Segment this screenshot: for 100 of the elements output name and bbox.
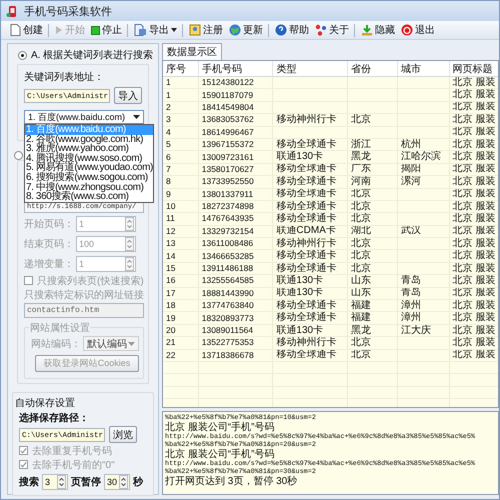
window-title: 手机号码采集软件 xyxy=(24,4,112,18)
phone-icon xyxy=(6,4,19,18)
table-cell: 13611008486 xyxy=(202,238,254,248)
toolbar-button[interactable]: 停止 xyxy=(88,24,128,36)
table-cell: 15 xyxy=(166,263,176,274)
column-header[interactable]: 类型 xyxy=(272,61,348,76)
table-cell: 漳州 xyxy=(400,300,421,311)
play-icon xyxy=(55,25,63,35)
table-cell: 移动全球通卡 xyxy=(276,200,336,212)
table-cell: 11 xyxy=(166,213,175,224)
table-cell: 北京 xyxy=(351,188,372,200)
dropdown-option[interactable]: 6. 搜狗搜索(www.sogou.com) xyxy=(25,172,153,183)
table-cell: 广东 xyxy=(351,163,372,174)
table-cell: 联通130卡 xyxy=(276,151,324,162)
table-cell: 18320893773 xyxy=(202,312,254,323)
table-cell: 北京 xyxy=(351,336,372,348)
column-header[interactable]: 省份 xyxy=(348,61,398,76)
table-cell: 移动全球通卡 xyxy=(276,312,336,324)
column-header[interactable]: 序号 xyxy=(163,61,198,76)
table-cell: 移动神州行卡 xyxy=(276,336,336,348)
caret-icon xyxy=(133,115,140,119)
table-cell: 武汉 xyxy=(400,225,421,236)
table-cell: 8 xyxy=(166,176,171,186)
table-cell: 19 xyxy=(166,312,176,323)
table-cell: 山东 xyxy=(351,274,372,286)
table-cell: 移动全球通卡 xyxy=(276,300,336,311)
table-cell: 北京 服装 xyxy=(452,163,496,174)
table-cell: 移动全球通卡 xyxy=(276,250,336,262)
table-cell: 北京 服装 xyxy=(452,89,496,100)
table-cell: 6 xyxy=(166,152,171,162)
toolbar-button[interactable]: 导出 xyxy=(131,24,183,36)
table-cell: 漳州 xyxy=(400,312,421,324)
table-cell: 河南 xyxy=(351,176,372,187)
table-cell: 移动全球通卡 xyxy=(276,349,336,360)
table-cell: 北京 服装 xyxy=(452,349,496,360)
dropdown-option[interactable]: 8. 360搜索(www.so.com) xyxy=(25,192,153,202)
table-cell: 4 xyxy=(166,126,171,137)
molecule-icon xyxy=(315,24,327,36)
number-spinner[interactable]: 3 xyxy=(42,474,68,490)
dropdown-option[interactable]: 5. 网易有道(www.youdao.com) xyxy=(25,163,153,173)
table-cell: 北京 服装 xyxy=(452,225,496,236)
field-label: 搜索 xyxy=(19,476,39,488)
power-icon xyxy=(401,24,413,36)
table-cell: 北京 服装 xyxy=(452,176,496,187)
dropdown-option[interactable]: 7. 中搜(www.zhongsou.com) xyxy=(25,182,153,192)
table-cell: 20 xyxy=(166,325,176,335)
toolbar-button[interactable]: 隐藏 xyxy=(358,22,398,38)
table-cell: 北京 服装 xyxy=(452,287,496,298)
column-header[interactable]: 城市 xyxy=(397,61,450,76)
toolbar-button[interactable]: 帮助 xyxy=(272,22,312,38)
dropdown-option[interactable]: 3. 雅虎(www.yahoo.com) xyxy=(25,144,153,154)
radio-option[interactable]: A. 根据关键词列表进行搜索 xyxy=(12,48,154,62)
field-label: 选择保存路径： xyxy=(19,412,90,425)
table-cell: 联通CDMA卡 xyxy=(276,225,336,236)
search-engine-dropdown[interactable]: 1. 百度(www.baidu.com) xyxy=(24,110,144,124)
table-cell: 北京 服装 xyxy=(452,300,496,311)
toolbar-button[interactable]: 退出 xyxy=(398,22,438,38)
dropdown-option[interactable]: 4. 腾讯搜搜(www.soso.com) xyxy=(25,154,153,164)
table-cell: 18272374898 xyxy=(202,201,254,212)
table-cell: 13580170627 xyxy=(202,164,254,174)
toolbar-button[interactable]: 关于 xyxy=(312,24,355,36)
table-cell: 13801337911 xyxy=(202,188,254,199)
field-label: 关键词列表地址： xyxy=(24,70,105,84)
table-cell: 北京 服装 xyxy=(452,262,496,274)
table-cell: 联通130卡 xyxy=(276,287,324,298)
column-header[interactable]: 网页标题 xyxy=(449,61,498,76)
table-cell: 15124380122 xyxy=(202,77,254,88)
table-cell: 13718386678 xyxy=(202,350,254,360)
table-cell: 13466653285 xyxy=(202,250,254,261)
table-cell: 北京 服装 xyxy=(452,274,496,286)
table-cell: 北京 服装 xyxy=(452,138,496,150)
table-cell: 浙江 xyxy=(351,138,372,150)
field-label: 页暂停 xyxy=(71,476,101,488)
table-cell: 北京 xyxy=(351,114,372,125)
table-cell: 9 xyxy=(166,188,171,199)
table-cell: 北京 服装 xyxy=(452,250,496,262)
number-spinner[interactable]: 30 xyxy=(104,474,130,490)
spinner-arrows-icon xyxy=(57,474,66,488)
field-label: 网站编码： xyxy=(31,338,81,350)
column-header[interactable]: 手机号码 xyxy=(198,61,273,76)
table-cell: 10 xyxy=(166,201,176,212)
group-title: 网站属性设置 xyxy=(29,321,91,335)
table-cell: 移动神州行卡 xyxy=(276,114,336,125)
import-button[interactable]: 导入 xyxy=(114,87,142,104)
browse-button[interactable]: 浏览 xyxy=(109,426,137,443)
log-line: 北京 服装公司“手机”号码 xyxy=(165,422,276,433)
table-cell: 江哈尔滨 xyxy=(400,151,441,162)
toolbar-button[interactable]: 注册 xyxy=(186,22,226,38)
tab[interactable]: 数据显示区 xyxy=(162,43,222,60)
radio-button[interactable] xyxy=(14,151,23,160)
field-label: 递增变量： xyxy=(24,258,74,270)
table-cell: 13967155372 xyxy=(202,139,254,150)
table-cell: 福建 xyxy=(351,300,372,311)
toolbar-button[interactable]: 更新 xyxy=(226,24,269,36)
table-cell: 22 xyxy=(166,350,176,360)
toolbar-button[interactable]: 创建 xyxy=(7,24,49,36)
dropdown-option[interactable]: 2. 谷歌(www.google.com.hk) xyxy=(25,134,153,144)
log-line: 打开网页达到 3页，暂停 30秒 xyxy=(165,476,298,487)
table-cell: 北京 xyxy=(351,349,372,360)
table-cell: 移动全球通卡 xyxy=(276,138,336,150)
